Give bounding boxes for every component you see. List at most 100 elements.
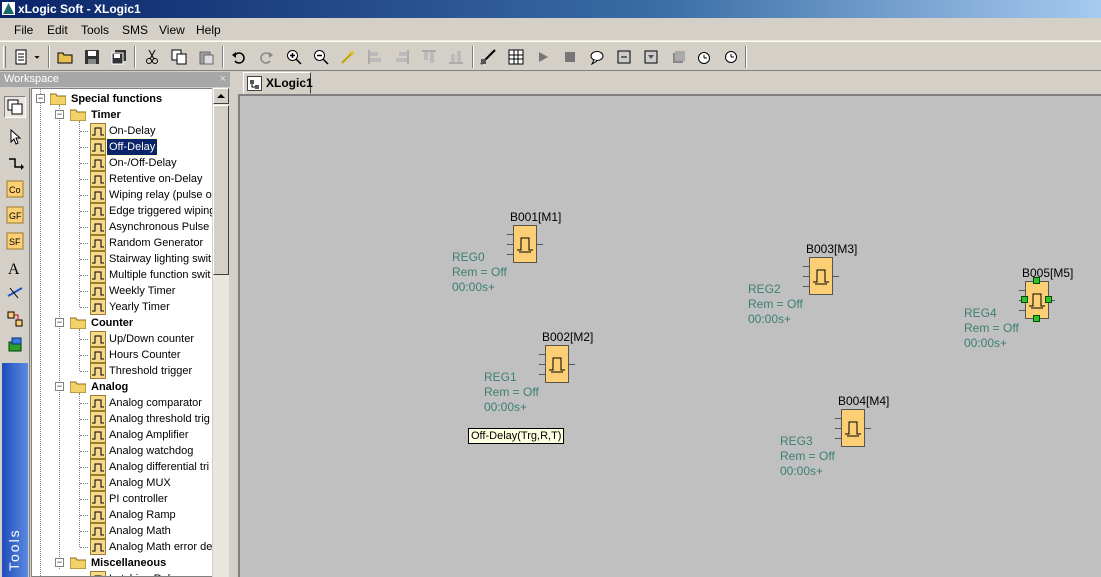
scroll-up-button[interactable]: [213, 88, 229, 104]
scroll-thumb[interactable]: [213, 105, 229, 275]
tree-item-threshold-trigger[interactable]: Threshold trigger: [32, 363, 228, 379]
workspace-close-button[interactable]: ×: [220, 72, 226, 87]
tree-item-stairway-lighting-swit[interactable]: Stairway lighting swit: [32, 251, 228, 267]
grid-button[interactable]: [505, 46, 527, 68]
collapse-toggle[interactable]: −: [36, 94, 45, 103]
connect-tool-button[interactable]: [4, 152, 26, 174]
comment-button[interactable]: [586, 46, 608, 68]
tree-node-special-functions[interactable]: − Special functions: [32, 91, 212, 107]
align-top-button[interactable]: [418, 46, 440, 68]
off-delay-block-body[interactable]: [809, 257, 833, 295]
menu-tools[interactable]: Tools: [77, 22, 113, 38]
output-pin[interactable]: [865, 428, 871, 429]
cut-connection-tool-button[interactable]: [4, 282, 26, 304]
resize-handle-bottom[interactable]: [1033, 315, 1040, 322]
tree-item-analog-ramp[interactable]: Analog Ramp: [32, 507, 228, 523]
tree-node-counter[interactable]: − Counter: [32, 315, 212, 331]
save-all-button[interactable]: [108, 46, 130, 68]
constants-tool-button[interactable]: Co: [4, 178, 26, 200]
tree-item-edge-triggered-wiping[interactable]: Edge triggered wiping: [32, 203, 228, 219]
tree-item-analog-threshold-trig[interactable]: Analog threshold trig: [32, 411, 228, 427]
connector-button[interactable]: [477, 46, 499, 68]
tree-item-weekly-timer[interactable]: Weekly Timer: [32, 283, 228, 299]
tree-scrollbar[interactable]: [212, 88, 229, 577]
simulation-stop-button[interactable]: [559, 46, 581, 68]
menu-edit[interactable]: Edit: [43, 22, 72, 38]
tree-item-off-delay[interactable]: Off-Delay: [32, 138, 228, 156]
tree-item-yearly-timer[interactable]: Yearly Timer: [32, 299, 228, 315]
function-block-b005[interactable]: B005[M5]: [1019, 266, 1092, 326]
menu-view[interactable]: View: [155, 22, 189, 38]
tree-item-latching-relay[interactable]: Latching Relay: [32, 571, 228, 576]
collapse-toggle[interactable]: −: [55, 318, 64, 327]
tree-node-miscellaneous[interactable]: − Miscellaneous: [32, 555, 212, 571]
simulation-start-button[interactable]: [532, 46, 554, 68]
resize-handle-left[interactable]: [1021, 296, 1028, 303]
menu-file[interactable]: File: [10, 22, 37, 38]
undo-button[interactable]: [228, 46, 250, 68]
output-pin[interactable]: [569, 364, 575, 365]
tab-xlogic1[interactable]: XLogic1: [243, 72, 313, 94]
output-pin[interactable]: [833, 276, 839, 277]
function-block-b001[interactable]: B001[M1]: [507, 210, 580, 270]
collapse-toggle[interactable]: −: [55, 382, 64, 391]
function-block-b003[interactable]: B003[M3]: [803, 242, 876, 302]
cut-button[interactable]: [141, 46, 163, 68]
tree-item-analog-math-error-de[interactable]: Analog Math error de: [32, 539, 228, 555]
workspace-toggle-button[interactable]: [4, 96, 26, 118]
new-dropdown-button[interactable]: [30, 46, 44, 68]
special-functions-tool-button[interactable]: SF: [4, 230, 26, 252]
tree-item-on-off-delay[interactable]: On-/Off-Delay: [32, 155, 228, 171]
toolbar-grip[interactable]: [3, 46, 6, 68]
tree-item-analog-differential-tri[interactable]: Analog differential tri: [32, 459, 228, 475]
diagram-canvas[interactable]: B001[M1] REG0 Rem = Off 00:00s+ B002[M2]…: [238, 94, 1101, 577]
tree-item-analog-comparator[interactable]: Analog comparator: [32, 395, 228, 411]
function-block-b004[interactable]: B004[M4]: [835, 394, 908, 454]
copy-button[interactable]: [168, 46, 190, 68]
collapse-toggle[interactable]: −: [55, 110, 64, 119]
tree-item-pi-controller[interactable]: PI controller: [32, 491, 228, 507]
tree-node-analog[interactable]: − Analog: [32, 379, 212, 395]
tree-item-asynchronous-pulse-g[interactable]: Asynchronous Pulse G: [32, 219, 228, 235]
download-button[interactable]: [640, 46, 662, 68]
clock-button[interactable]: [693, 46, 715, 68]
redo-button[interactable]: [255, 46, 277, 68]
wire-tool-button[interactable]: [4, 308, 26, 330]
settings-button[interactable]: [720, 46, 742, 68]
upload-button[interactable]: [667, 46, 689, 68]
zoom-out-button[interactable]: [310, 46, 332, 68]
menu-help[interactable]: Help: [192, 22, 225, 38]
resize-handle-right[interactable]: [1045, 296, 1052, 303]
basic-functions-tool-button[interactable]: GF: [4, 204, 26, 226]
text-tool-button[interactable]: A: [4, 256, 26, 278]
save-button[interactable]: [81, 46, 103, 68]
simulation-tool-button[interactable]: [4, 334, 26, 356]
tree-item-analog-watchdog[interactable]: Analog watchdog: [32, 443, 228, 459]
tree-item-analog-mux[interactable]: Analog MUX: [32, 475, 228, 491]
tree-item-analog-amplifier[interactable]: Analog Amplifier: [32, 427, 228, 443]
align-right-button[interactable]: [391, 46, 413, 68]
highlight-button[interactable]: [337, 46, 359, 68]
open-button[interactable]: [54, 46, 76, 68]
tree-node-timer[interactable]: − Timer: [32, 107, 212, 123]
zoom-in-button[interactable]: [283, 46, 305, 68]
paste-button[interactable]: [195, 46, 217, 68]
tree-item-analog-math[interactable]: Analog Math: [32, 523, 228, 539]
off-delay-block-body[interactable]: [841, 409, 865, 447]
collapse-toggle[interactable]: −: [55, 558, 64, 567]
function-block-b002[interactable]: B002[M2]: [539, 330, 612, 390]
align-left-button[interactable]: [364, 46, 386, 68]
menu-sms[interactable]: SMS: [118, 22, 152, 38]
new-button[interactable]: [10, 46, 32, 68]
tree-item-wiping-relay-pulse-ou[interactable]: Wiping relay (pulse ou: [32, 187, 228, 203]
tree-item-up-down-counter[interactable]: Up/Down counter: [32, 331, 228, 347]
tree-item-hours-counter[interactable]: Hours Counter: [32, 347, 228, 363]
resize-handle-top[interactable]: [1033, 277, 1040, 284]
tree-item-on-delay[interactable]: On-Delay: [32, 123, 228, 139]
output-pin[interactable]: [537, 244, 543, 245]
off-delay-block-body[interactable]: [513, 225, 537, 263]
tree-item-retentive-on-delay[interactable]: Retentive on-Delay: [32, 171, 228, 187]
tree-item-multiple-function-swit[interactable]: Multiple function swit: [32, 267, 228, 283]
select-tool-button[interactable]: [4, 126, 26, 148]
tree-item-random-generator[interactable]: Random Generator: [32, 235, 228, 251]
